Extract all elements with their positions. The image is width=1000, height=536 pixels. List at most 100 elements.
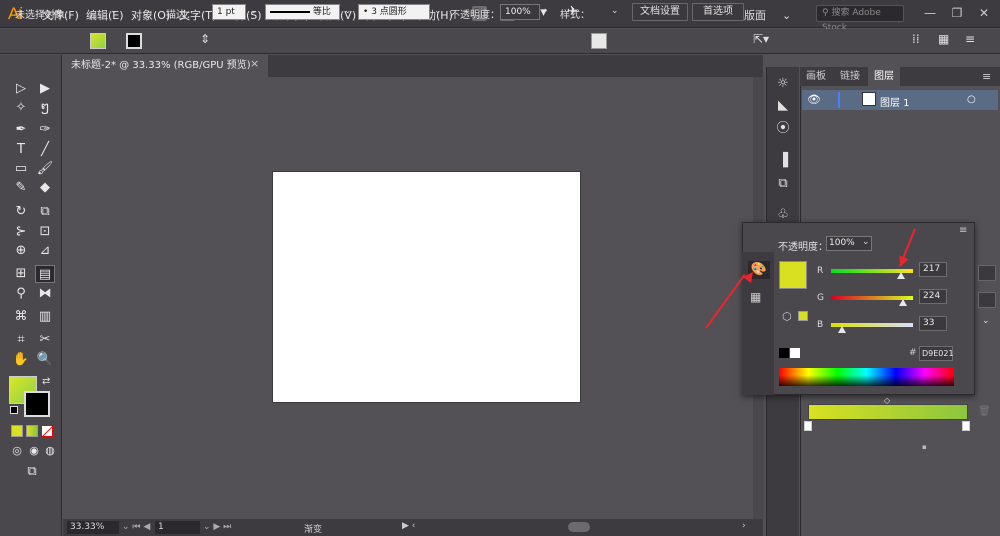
eraser-tool-icon[interactable]: ◆ — [35, 179, 55, 197]
color-spectrum[interactable] — [779, 368, 954, 386]
color-guide-icon[interactable]: ▦ — [750, 290, 761, 304]
sun-icon[interactable]: ☼ — [775, 76, 791, 92]
graphic-style-swatch[interactable] — [591, 33, 607, 49]
scroll-right-icon[interactable]: › — [742, 521, 746, 531]
align-icon[interactable]: ⁞⁞ — [912, 32, 920, 46]
document-tab[interactable]: 未标题-2* @ 33.33% (RGB/GPU 预览) — [63, 55, 268, 77]
out-of-web-icon[interactable]: ⬡ — [782, 310, 792, 323]
eye-icon[interactable]: 👁 — [807, 93, 821, 106]
align-panel-icon[interactable]: ▐ — [775, 153, 791, 169]
shaper-tool-icon[interactable]: ✎ — [11, 179, 31, 197]
rectangle-tool-icon[interactable]: ▭ — [11, 160, 31, 178]
direct-selection-tool-icon[interactable]: ▶ — [35, 80, 55, 98]
fill-color-control[interactable] — [90, 33, 106, 49]
color-mode-icon[interactable] — [11, 425, 23, 437]
graphic-styles-icon[interactable]: ⦿ — [775, 121, 791, 137]
column-graph-tool-icon[interactable]: ▥ — [35, 308, 55, 326]
panel-menu-icon[interactable]: ≡ — [982, 70, 991, 83]
arrange-icon[interactable]: ⇱▾ — [753, 32, 769, 46]
paintbrush-tool-icon[interactable]: 🖌 — [35, 160, 55, 178]
close-window-button[interactable]: ✕ — [972, 2, 996, 24]
white-swatch[interactable] — [790, 348, 800, 358]
chevron-down-icon[interactable]: ⌄ — [982, 316, 990, 326]
hex-input[interactable]: D9E021 — [919, 346, 954, 361]
hidden-panel-field[interactable] — [978, 292, 996, 308]
symbols-icon[interactable]: ♧ — [775, 207, 791, 223]
black-swatch[interactable] — [779, 348, 789, 358]
hidden-panel-field[interactable] — [978, 265, 996, 281]
scale-tool-icon[interactable]: ⧉ — [35, 203, 55, 221]
chevron-right-icon[interactable]: › — [544, 6, 548, 16]
tab-layers[interactable]: 图层 — [868, 67, 900, 86]
gradient-stop-right[interactable] — [962, 421, 970, 431]
gradient-options-icon[interactable]: ▪ — [922, 443, 927, 451]
artboard-number-input[interactable]: 1 — [155, 521, 200, 534]
magic-wand-tool-icon[interactable]: ✧ — [11, 99, 31, 117]
swap-colors-icon[interactable]: ⇄ — [42, 376, 50, 387]
gradient-mode-icon[interactable] — [26, 425, 38, 437]
width-tool-icon[interactable]: ⊱ — [11, 223, 31, 241]
gradient-stop-left[interactable] — [804, 421, 812, 431]
preferences-button[interactable]: 首选项 — [692, 3, 744, 21]
restore-button[interactable]: ❐ — [945, 2, 969, 24]
mesh-tool-icon[interactable]: ⊞ — [11, 265, 31, 283]
chevron-down-icon[interactable]: ⌄ — [146, 6, 154, 16]
draw-inside-icon[interactable]: ◍ — [40, 442, 60, 460]
zoom-level-input[interactable]: 33.33% — [67, 521, 119, 534]
web-safe-swatch[interactable] — [798, 311, 808, 321]
stroke-color-control[interactable] — [126, 33, 142, 49]
eyedropper-tool-icon[interactable]: ⚲ — [11, 285, 31, 303]
free-transform-tool-icon[interactable]: ⊡ — [35, 223, 55, 241]
trash-icon[interactable]: 🗑 — [978, 406, 991, 417]
artboard[interactable] — [272, 171, 581, 403]
chevron-down-icon[interactable]: ⌄ — [434, 6, 442, 16]
type-tool-icon[interactable]: T — [11, 141, 31, 159]
artboard-tool-icon[interactable]: ⌗ — [11, 331, 31, 349]
brush-select[interactable]: • 3 点圆形 — [358, 4, 430, 20]
current-color-swatch[interactable] — [779, 261, 807, 289]
stroke-swatch[interactable] — [24, 391, 50, 417]
chevron-down-icon[interactable]: ⌄ — [250, 6, 258, 16]
hand-tool-icon[interactable]: ✋ — [11, 351, 31, 369]
perspective-grid-tool-icon[interactable]: ⊿ — [35, 242, 55, 260]
lasso-tool-icon[interactable]: ໆ — [35, 99, 55, 117]
slider-thumb-g[interactable] — [898, 299, 907, 306]
artboard-nav-icon[interactable]: ⌄ ▶ ⏭ — [203, 522, 231, 532]
none-mode-icon[interactable] — [41, 425, 54, 438]
zoom-dropdown-icon[interactable]: ⌄ ⏮ ◀ — [122, 522, 150, 532]
slice-tool-icon[interactable]: ✂ — [35, 331, 55, 349]
rotate-tool-icon[interactable]: ↻ — [11, 203, 31, 221]
channel-value-r[interactable]: 217 — [919, 262, 947, 277]
symbol-sprayer-tool-icon[interactable]: ⌘ — [11, 308, 31, 326]
slider-thumb-b[interactable] — [837, 326, 846, 333]
stroke-profile-select[interactable]: 等比 — [265, 4, 340, 20]
default-colors-icon[interactable] — [10, 406, 18, 414]
curvature-tool-icon[interactable]: ✑ — [35, 121, 55, 139]
tab-links[interactable]: 链接 — [834, 67, 866, 86]
chevron-down-icon[interactable]: ⌄ — [344, 6, 352, 16]
slider-thumb-r[interactable] — [896, 272, 905, 279]
tab-artboards[interactable]: 画板 — [800, 67, 832, 86]
layer-target-icon[interactable]: ○ — [967, 94, 976, 105]
menu-edit[interactable]: 编辑(E) — [86, 7, 124, 23]
channel-value-b[interactable]: 33 — [919, 316, 947, 331]
chevron-down-icon[interactable]: ⌄ — [611, 6, 619, 16]
blend-tool-icon[interactable]: ⧓ — [35, 285, 55, 303]
zoom-tool-icon[interactable]: 🔍 — [35, 351, 55, 369]
shape-builder-tool-icon[interactable]: ⊕ — [11, 242, 31, 260]
chevron-down-icon[interactable]: ⌄ — [862, 237, 870, 247]
color-panel-menu-icon[interactable]: ≡ — [959, 225, 967, 236]
transform-icon[interactable]: ▦ — [938, 32, 949, 46]
horizontal-scroll-thumb[interactable] — [568, 522, 590, 532]
pen-tool-icon[interactable]: ✒ — [11, 121, 31, 139]
screen-mode-icon[interactable]: ⧉ — [22, 463, 42, 481]
stepper-icon[interactable]: ⇕ — [200, 32, 210, 46]
line-tool-icon[interactable]: ╱ — [35, 141, 55, 159]
workspace-switcher[interactable]: 版面 ⌄ — [744, 7, 791, 23]
opacity-input[interactable]: 100% — [500, 4, 540, 20]
layer-name[interactable]: 图层 1 — [880, 94, 910, 109]
control-menu-icon[interactable]: ≡ — [965, 32, 975, 46]
status-menu-icon[interactable]: ▶ ‹ — [402, 521, 415, 531]
minimize-button[interactable]: — — [918, 2, 942, 24]
close-tab-button[interactable]: × — [250, 57, 259, 70]
